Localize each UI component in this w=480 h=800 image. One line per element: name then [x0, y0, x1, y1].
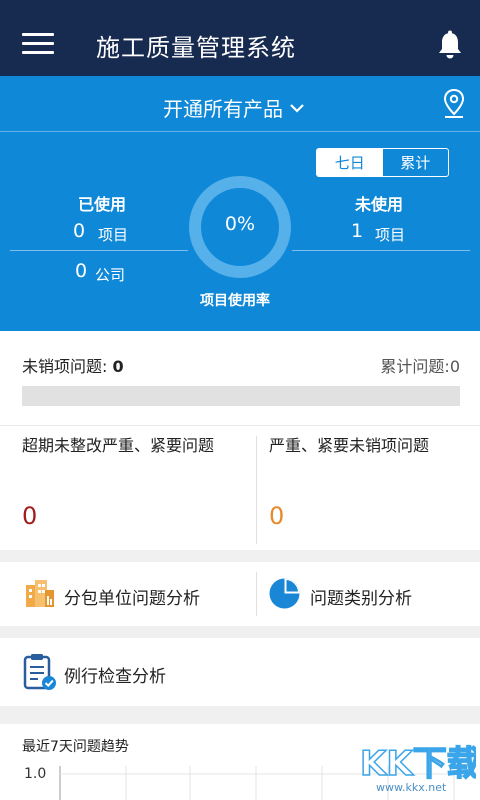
- unsold-issues: 未销项问题: 0: [22, 353, 124, 377]
- bell-icon[interactable]: [436, 30, 464, 60]
- kk-download-watermark: KK下载 www.kkx.net: [359, 743, 476, 794]
- unsold-issues-value: 0: [112, 357, 124, 376]
- location-pin-icon[interactable]: [442, 88, 466, 120]
- menu-icon[interactable]: [22, 33, 54, 55]
- usage-rate-value: 0%: [224, 213, 256, 235]
- usage-rate-label: 项目使用率: [200, 293, 270, 309]
- cumulative-issues: 累计问题:0: [380, 357, 460, 376]
- watermark-logo-text: KK下载: [360, 744, 476, 784]
- pie-chart-icon: [269, 578, 300, 609]
- top-bar: 施工质量管理系统: [0, 0, 480, 76]
- unused-projects-count: 1: [351, 220, 364, 242]
- analysis-divider: [256, 572, 257, 616]
- analysis-row: 分包单位问题分析 问题类别分析: [0, 562, 480, 626]
- divider-left: [10, 250, 188, 251]
- overdue-label[interactable]: 超期未整改严重、紧要问题: [22, 435, 254, 457]
- serious-label[interactable]: 严重、紧要未销项问题: [269, 435, 469, 457]
- divider-right: [292, 250, 470, 251]
- watermark-url: www.kkx.net: [376, 781, 447, 794]
- trend-title: 最近7天问题趋势: [22, 739, 129, 755]
- used-companies-count: 0: [75, 260, 88, 282]
- app-title: 施工质量管理系统: [96, 34, 296, 62]
- unsold-issues-card[interactable]: 未销项问题: 0 累计问题:0: [0, 331, 480, 425]
- routine-check-label: 例行检查分析: [64, 667, 166, 687]
- routine-check-row[interactable]: 例行检查分析: [0, 638, 480, 706]
- period-toggle: 七日 累计: [316, 148, 449, 177]
- building-chart-icon: [26, 580, 54, 607]
- clipboard-check-icon: [23, 654, 56, 690]
- used-companies-unit: 公司: [95, 266, 126, 284]
- category-analysis-link[interactable]: 问题类别分析: [310, 584, 412, 609]
- subcontractor-analysis-link[interactable]: 分包单位问题分析: [64, 584, 200, 609]
- serious-value[interactable]: 0: [269, 502, 284, 530]
- unsold-issues-label: 未销项问题:: [22, 357, 113, 376]
- severe-issues-card: 超期未整改严重、紧要问题 0 严重、紧要未销项问题 0: [0, 425, 480, 550]
- product-selector[interactable]: 开通所有产品: [163, 93, 305, 122]
- tab-seven-days[interactable]: 七日: [317, 149, 383, 176]
- used-projects-count: 0: [73, 220, 86, 242]
- tab-cumulative[interactable]: 累计: [383, 149, 449, 176]
- overdue-value[interactable]: 0: [22, 502, 37, 530]
- stats-panel: 开通所有产品 七日 累计 已使用 0 项目 0 公司 未使用 1 项目 0% 项…: [0, 76, 480, 331]
- chevron-down-icon: [290, 103, 304, 113]
- column-divider: [256, 436, 257, 544]
- issues-progress-bar: [22, 386, 460, 406]
- used-projects-unit: 项目: [98, 226, 129, 244]
- unused-label: 未使用: [355, 195, 404, 214]
- product-label: 开通所有产品: [163, 97, 283, 121]
- used-label: 已使用: [78, 195, 127, 214]
- unused-projects-unit: 项目: [375, 226, 406, 244]
- product-bar: 开通所有产品: [0, 76, 480, 132]
